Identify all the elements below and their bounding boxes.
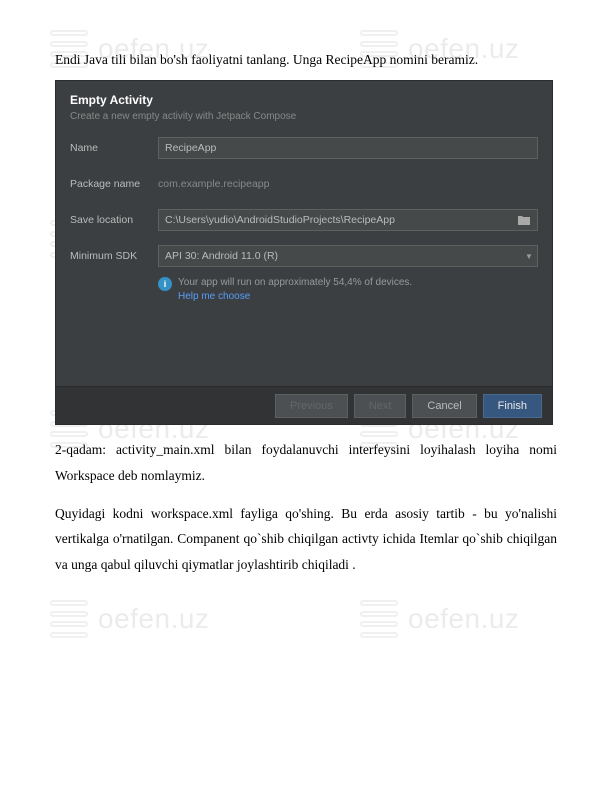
help-me-choose-link[interactable]: Help me choose [178, 290, 412, 304]
intro-paragraph: Endi Java tili bilan bo'sh faoliyatni ta… [55, 50, 557, 70]
watermark-text: oefen.uz [408, 603, 519, 635]
dialog-button-bar: Previous Next Cancel Finish [56, 386, 552, 424]
new-project-dialog: Empty Activity Create a new empty activi… [55, 80, 553, 425]
minimum-sdk-label: Minimum SDK [70, 250, 158, 262]
dialog-title: Empty Activity [70, 93, 538, 107]
package-label: Package name [70, 178, 158, 190]
minimum-sdk-value: API 30: Android 11.0 (R) [159, 247, 521, 265]
watermark-text: oefen.uz [98, 603, 209, 635]
info-icon: i [158, 277, 172, 291]
previous-button: Previous [275, 394, 348, 418]
save-location-input[interactable] [159, 211, 515, 229]
chevron-down-icon: ▼ [521, 252, 537, 261]
name-label: Name [70, 142, 158, 154]
next-button: Next [354, 394, 407, 418]
body-paragraph-2: Quyidagi kodni workspace.xml fayliga qo'… [55, 501, 557, 578]
package-input[interactable] [158, 173, 538, 195]
name-input[interactable] [158, 137, 538, 159]
browse-folder-icon[interactable] [515, 211, 533, 229]
device-coverage-text: Your app will run on approximately 54,4%… [178, 277, 412, 288]
dialog-subtitle: Create a new empty activity with Jetpack… [70, 111, 538, 122]
save-location-label: Save location [70, 214, 158, 226]
cancel-button[interactable]: Cancel [412, 394, 476, 418]
finish-button[interactable]: Finish [483, 394, 542, 418]
body-paragraph-1: 2-qadam: activity_main.xml bilan foydala… [55, 437, 557, 488]
minimum-sdk-select[interactable]: API 30: Android 11.0 (R) ▼ [158, 245, 538, 267]
